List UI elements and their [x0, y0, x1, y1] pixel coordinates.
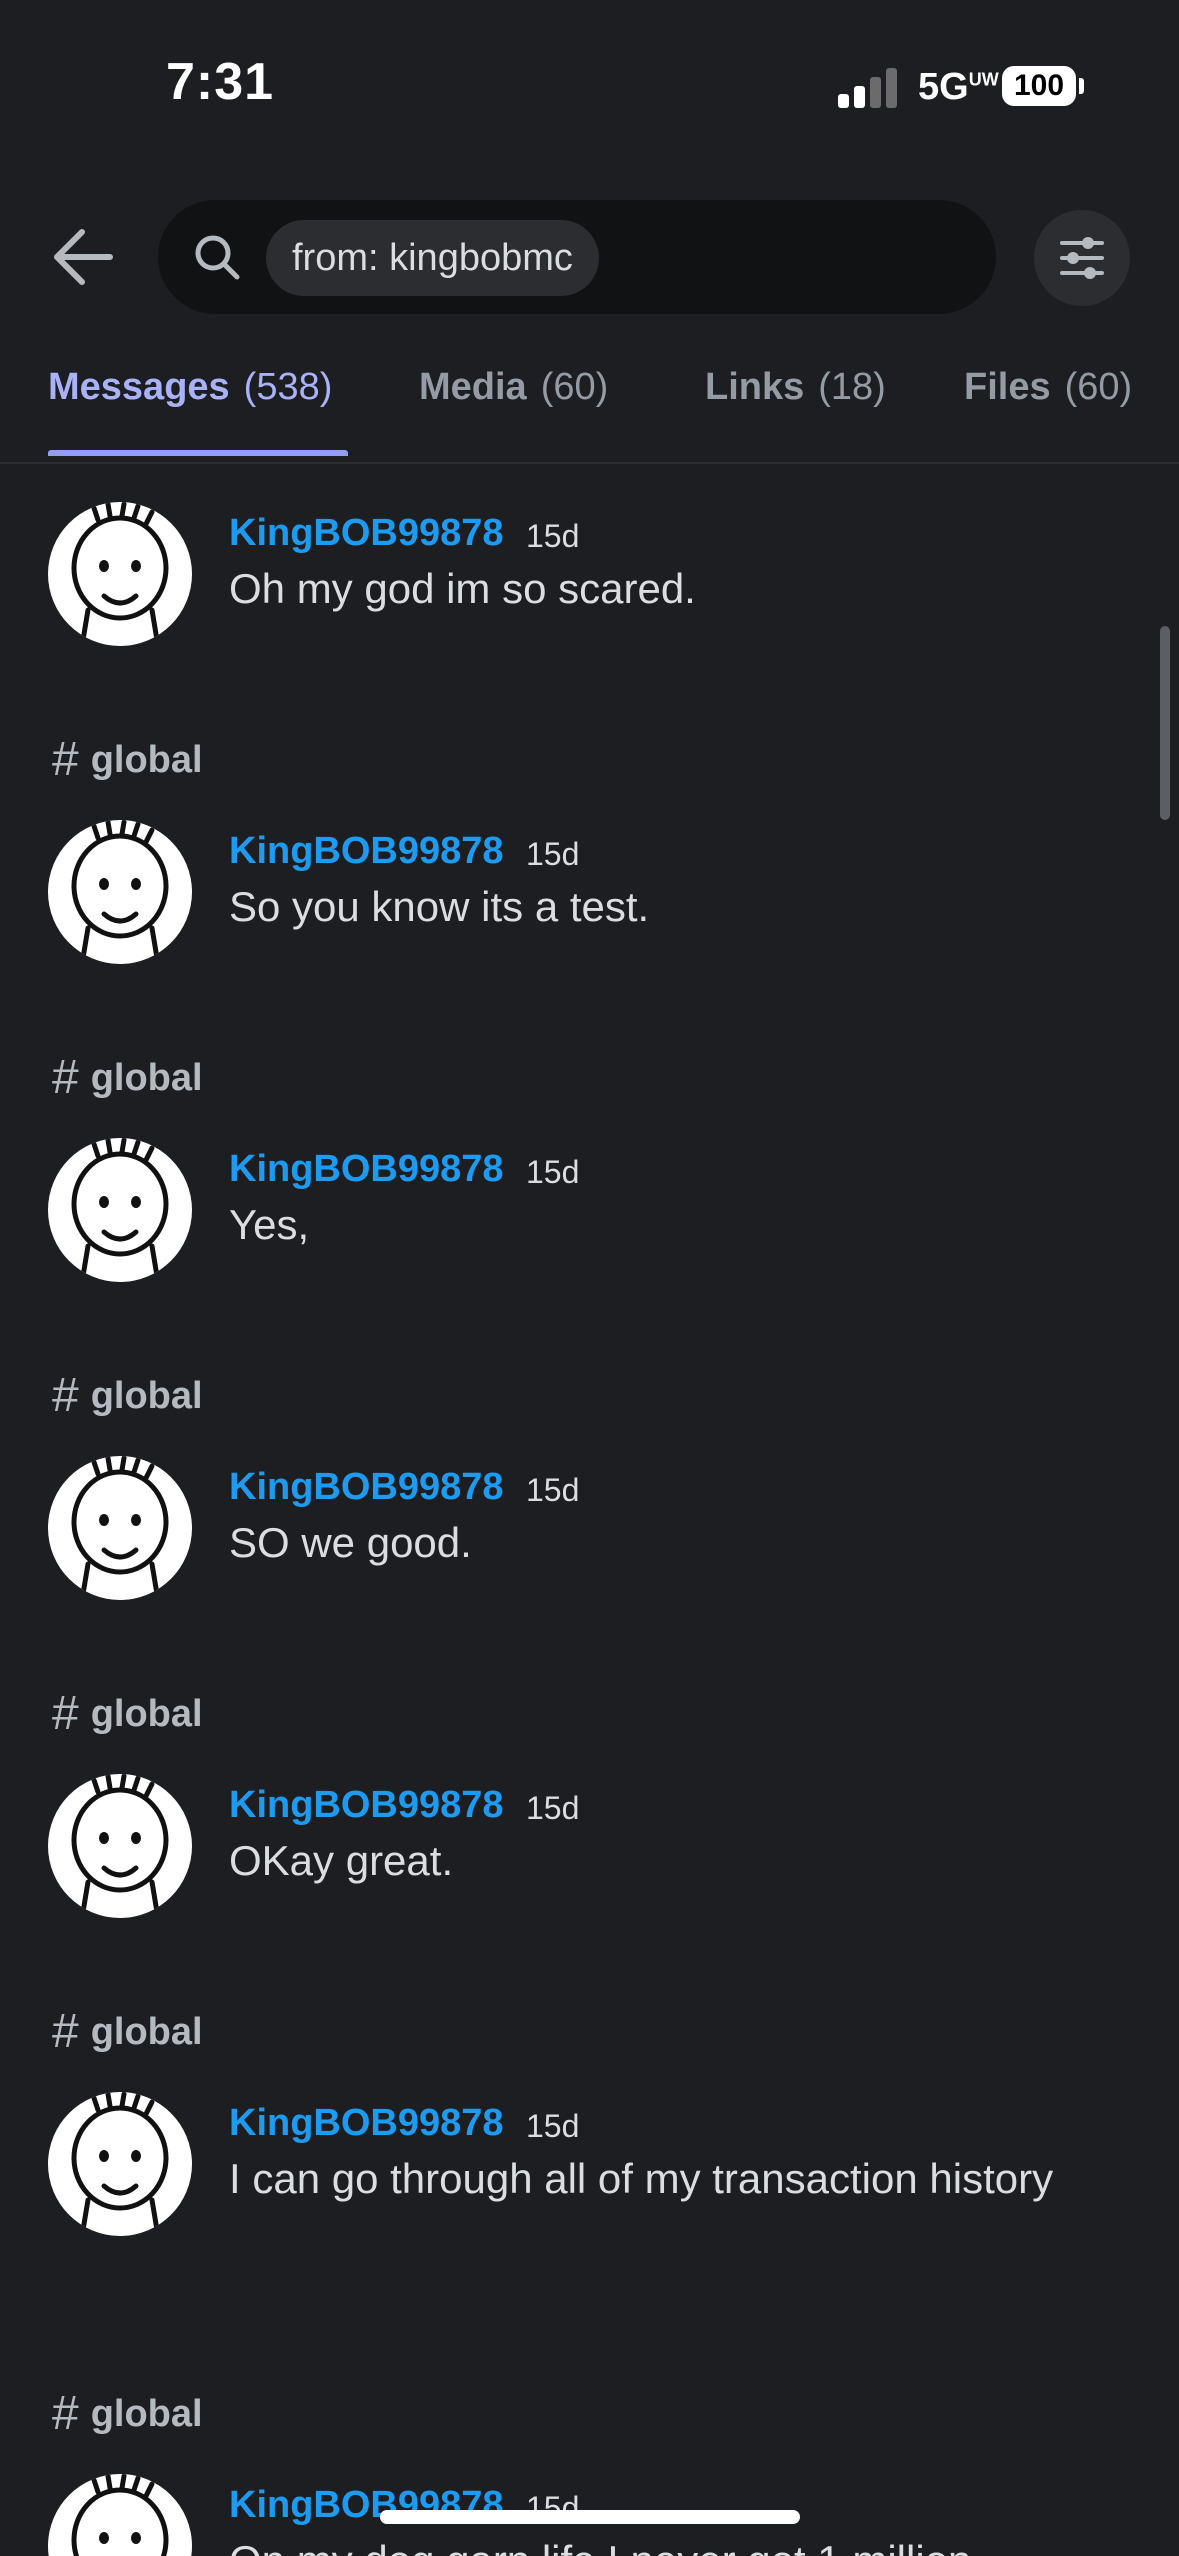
avatar[interactable] — [48, 1138, 192, 1282]
tab-messages[interactable]: Messages (538) — [48, 366, 332, 409]
avatar[interactable] — [48, 502, 192, 646]
back-arrow-icon[interactable] — [48, 222, 118, 292]
tab-links[interactable]: Links (18) — [705, 366, 886, 409]
search-filter-chip[interactable]: from: kingbobmc — [266, 220, 599, 296]
channel-label[interactable]: # global — [52, 2006, 203, 2058]
search-icon — [193, 233, 241, 281]
channel-hash-icon: # — [52, 733, 79, 786]
message-timestamp: 15d — [526, 1154, 580, 1190]
avatar[interactable] — [48, 1456, 192, 1600]
channel-hash-icon: # — [52, 1369, 79, 1422]
message-content: Yes, — [229, 1201, 310, 1248]
message-author[interactable]: KingBOB99878 — [229, 1784, 504, 1827]
channel-label[interactable]: # global — [52, 1688, 203, 1740]
home-indicator[interactable] — [380, 2510, 800, 2524]
tab-media[interactable]: Media (60) — [419, 366, 608, 409]
sliders-icon — [1060, 237, 1104, 279]
search-bar[interactable]: from: kingbobmc — [158, 200, 996, 314]
message-author[interactable]: KingBOB99878 — [229, 1466, 504, 1509]
search-results-list[interactable]: KingBOB99878 15d Oh my god im so scared.… — [0, 464, 1179, 2556]
message-timestamp: 15d — [526, 836, 580, 872]
message-timestamp: 15d — [526, 1472, 580, 1508]
battery-icon: 100 — [1002, 66, 1076, 106]
active-tab-indicator — [48, 450, 348, 456]
avatar[interactable] — [48, 2092, 192, 2236]
message-content: So you know its a test. — [229, 883, 650, 930]
channel-hash-icon: # — [52, 1687, 79, 1740]
message-content: I can go through all of my transaction h… — [229, 2155, 1054, 2202]
filter-settings-button[interactable] — [1034, 210, 1130, 306]
message-timestamp: 15d — [526, 518, 580, 554]
channel-hash-icon: # — [52, 2387, 79, 2440]
message-content: On my dog garn life I never got 1 millio… — [229, 2530, 1089, 2556]
message-author[interactable]: KingBOB99878 — [229, 1148, 504, 1191]
message-timestamp: 15d — [526, 2108, 580, 2144]
channel-label[interactable]: # global — [52, 1370, 203, 1422]
search-tabs: Messages (538) Media (60) Links (18) Files(… — [0, 358, 1179, 464]
message-author[interactable]: KingBOB99878 — [229, 2102, 504, 2145]
tab-files[interactable]: Files (60) — [964, 366, 1132, 409]
network-type: 5GUW — [918, 66, 999, 108]
channel-label[interactable]: # global — [52, 1052, 203, 1104]
status-time: 7:31 — [166, 53, 275, 111]
channel-label[interactable]: # global — [52, 2388, 203, 2440]
channel-hash-icon: # — [52, 2005, 79, 2058]
message-content: Oh my god im so scared. — [229, 565, 696, 612]
cellular-signal-icon — [838, 66, 900, 108]
message-timestamp: 15d — [526, 1790, 580, 1826]
avatar[interactable] — [48, 1774, 192, 1918]
message-author[interactable]: KingBOB99878 — [229, 512, 504, 555]
channel-hash-icon: # — [52, 1051, 79, 1104]
message-author[interactable]: KingBOB99878 — [229, 830, 504, 873]
message-content: OKay great. — [229, 1837, 454, 1884]
message-content: SO we good. — [229, 1519, 472, 1566]
avatar[interactable] — [48, 2474, 192, 2556]
scrollbar[interactable] — [1160, 626, 1170, 820]
channel-label[interactable]: # global — [52, 734, 203, 786]
avatar[interactable] — [48, 820, 192, 964]
battery-tip — [1079, 78, 1084, 94]
